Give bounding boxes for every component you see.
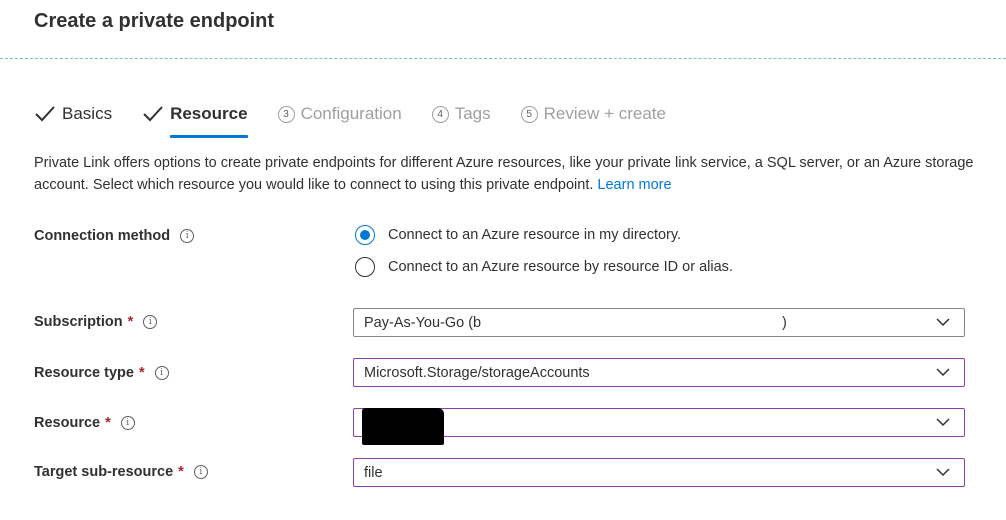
required-marker: * <box>138 365 145 381</box>
radio-option-label: Connect to an Azure resource by resource… <box>388 259 733 275</box>
resource-label: Resource * i <box>34 415 135 431</box>
tab-tags-label: Tags <box>454 104 491 123</box>
tab-review-create[interactable]: 5 Review + create <box>520 98 666 130</box>
tab-configuration-label: Configuration <box>300 104 402 123</box>
title-divider <box>0 58 1006 59</box>
radio-option-label: Connect to an Azure resource in my direc… <box>388 227 682 243</box>
info-icon[interactable]: i <box>120 416 135 430</box>
tab-resource[interactable]: Resource <box>142 98 249 138</box>
subscription-value-tail: ) <box>782 314 787 331</box>
tab-basics[interactable]: Basics <box>34 98 112 130</box>
chevron-down-icon <box>936 468 950 477</box>
radio-button[interactable] <box>355 257 375 277</box>
resource-label-text: Resource <box>34 415 101 431</box>
subscription-label-text: Subscription <box>34 314 123 330</box>
step-number-badge: 4 <box>431 105 449 123</box>
chevron-down-icon <box>936 318 950 327</box>
radio-button-selected[interactable] <box>355 225 375 245</box>
resource-type-label-text: Resource type <box>34 365 134 381</box>
subscription-label: Subscription * i <box>34 314 158 330</box>
step-number-badge: 5 <box>520 105 538 123</box>
subscription-value: Pay-As-You-Go (b <box>364 314 482 331</box>
tab-configuration[interactable]: 3 Configuration <box>277 98 402 130</box>
tab-basics-label: Basics <box>62 104 113 123</box>
checkmark-icon <box>143 106 163 122</box>
chevron-down-icon <box>936 368 950 377</box>
resource-type-dropdown[interactable]: Microsoft.Storage/storageAccounts <box>353 358 965 387</box>
wizard-tabs: Basics Resource 3 Configuration 4 Tags 5… <box>34 98 696 138</box>
description-text: Private Link offers options to create pr… <box>34 155 974 193</box>
radio-option-resource-id[interactable]: Connect to an Azure resource by resource… <box>355 257 733 277</box>
tab-review-create-label: Review + create <box>543 104 666 123</box>
connection-method-label-text: Connection method <box>34 228 171 244</box>
resource-dropdown[interactable] <box>353 408 965 437</box>
learn-more-link[interactable]: Learn more <box>597 177 671 193</box>
resource-type-label: Resource type * i <box>34 365 169 381</box>
required-marker: * <box>178 464 184 480</box>
required-marker: * <box>105 415 111 431</box>
target-sub-resource-value: file <box>364 464 383 481</box>
target-sub-resource-label: Target sub-resource * i <box>34 464 208 480</box>
info-icon[interactable]: i <box>193 465 208 479</box>
redaction-block <box>362 408 444 445</box>
step-number-badge: 3 <box>277 105 295 123</box>
radio-option-directory[interactable]: Connect to an Azure resource in my direc… <box>355 225 681 245</box>
tab-resource-label: Resource <box>170 104 248 123</box>
chevron-down-icon <box>936 418 950 427</box>
resource-type-value: Microsoft.Storage/storageAccounts <box>364 364 590 381</box>
target-sub-resource-label-text: Target sub-resource <box>34 464 174 480</box>
info-icon[interactable]: i <box>143 315 158 329</box>
connection-method-label: Connection method i <box>34 228 195 244</box>
page-title: Create a private endpoint <box>34 10 275 32</box>
description: Private Link offers options to create pr… <box>34 152 984 196</box>
required-marker: * <box>127 314 134 330</box>
target-sub-resource-dropdown[interactable]: file <box>353 458 965 487</box>
info-icon[interactable]: i <box>154 366 169 380</box>
tab-tags[interactable]: 4 Tags <box>431 98 491 130</box>
checkmark-icon <box>35 106 55 122</box>
subscription-dropdown[interactable]: Pay-As-You-Go (b ) <box>353 308 965 337</box>
info-icon[interactable]: i <box>180 229 195 243</box>
